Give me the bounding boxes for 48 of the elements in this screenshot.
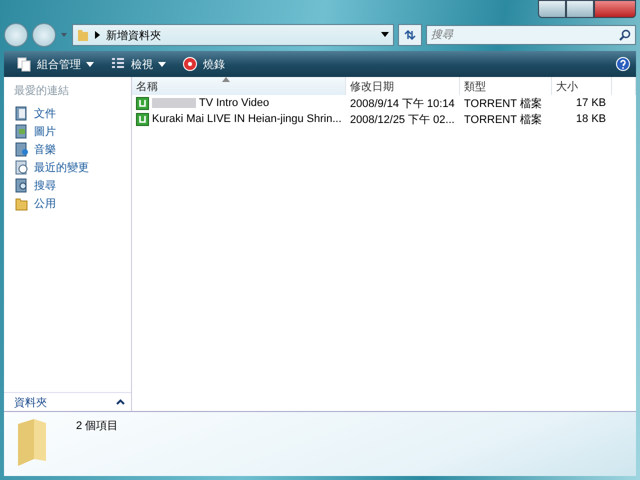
sidebar-item[interactable]: 搜尋 — [14, 176, 131, 194]
folder-icon — [77, 28, 89, 42]
chevron-icon[interactable] — [116, 399, 125, 405]
table-cell-text: TORRENT 檔案 — [463, 112, 543, 126]
arrows-icon — [403, 29, 417, 41]
library-icon — [14, 160, 28, 174]
sort-arrow-icon — [222, 77, 230, 82]
pages-icon — [16, 56, 32, 72]
refresh-button[interactable] — [398, 24, 422, 46]
sidebar-item[interactable]: 最近的變更 — [14, 158, 131, 176]
table-cell-text: 17 KB — [575, 97, 607, 109]
table-cell-text: 18 KB — [575, 113, 607, 125]
torrent-file-icon — [136, 96, 149, 110]
sidebar-item[interactable]: 文件 — [14, 104, 131, 122]
sidebar-item[interactable]: 音樂 — [14, 140, 131, 158]
table-cell-text: 2008/12/25 下午 02... — [349, 112, 456, 126]
maximize-button[interactable] — [566, 0, 594, 18]
chevron-icon[interactable] — [95, 31, 100, 39]
folder-icon — [14, 196, 28, 210]
help-icon[interactable] — [616, 57, 630, 71]
library-icon — [14, 124, 28, 138]
address-field[interactable]: 新增資料夾 — [72, 24, 394, 46]
table-cell-text: TORRENT 檔案 — [463, 96, 543, 110]
forward-button[interactable] — [32, 23, 56, 47]
search-field[interactable]: 搜尋 — [426, 25, 636, 45]
toolbar-button[interactable]: 檢視 — [104, 54, 172, 74]
caret-icon[interactable] — [158, 62, 166, 66]
disc-icon — [182, 56, 198, 72]
search-icon[interactable] — [619, 29, 631, 41]
toolbar-button[interactable]: 組合管理 — [10, 54, 100, 74]
item-count: 2 個項目 — [76, 419, 118, 434]
column-header[interactable]: 名稱 — [132, 77, 346, 95]
minimize-button[interactable] — [538, 0, 566, 18]
table-cell-text: 2008/9/14 下午 10:14 — [349, 96, 456, 110]
library-icon — [14, 178, 28, 192]
caret-icon[interactable] — [86, 62, 94, 66]
sidebar-item[interactable]: 圖片 — [14, 122, 131, 140]
back-button[interactable] — [4, 23, 28, 47]
toolbar-button[interactable]: 燒錄 — [176, 54, 231, 74]
torrent-file-icon — [136, 112, 149, 126]
sidebar-item[interactable]: 公用 — [14, 194, 131, 212]
close-button[interactable] — [594, 0, 636, 18]
file-name[interactable]: Kuraki Mai LIVE IN Heian-jingu Shrin... — [152, 113, 342, 125]
library-icon — [14, 106, 28, 120]
file-name[interactable]: TV Intro Video — [199, 97, 270, 109]
library-icon — [14, 142, 28, 156]
caret-icon[interactable] — [381, 32, 389, 38]
favorite-links-heading: 最愛的連結 — [14, 84, 70, 98]
